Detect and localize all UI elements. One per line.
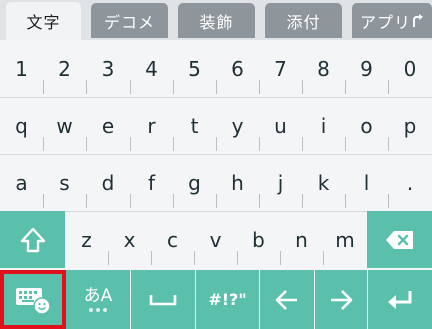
shift-key[interactable] [0, 211, 65, 268]
key-divider [86, 194, 87, 208]
key-divider [237, 251, 238, 265]
key-n[interactable]: n [280, 211, 323, 268]
key-i[interactable]: i [302, 97, 345, 154]
cursor-right-key[interactable] [315, 270, 367, 329]
kana-alpha-text: あA [83, 286, 113, 306]
key-r[interactable]: r [130, 97, 173, 154]
key-divider [173, 137, 174, 151]
key-divider [130, 137, 131, 151]
tab-attach[interactable]: 添付 [265, 3, 342, 38]
key-divider [216, 194, 217, 208]
key-x[interactable]: x [108, 211, 151, 268]
key-6[interactable]: 6 [216, 40, 259, 97]
key-j[interactable]: j [259, 154, 302, 211]
key-divider [43, 80, 44, 94]
key-u[interactable]: u [259, 97, 302, 154]
key-d[interactable]: d [86, 154, 130, 211]
key-b[interactable]: b [237, 211, 280, 268]
key-divider [216, 137, 217, 151]
tab-decoration[interactable]: 装飾 [178, 3, 255, 38]
key-divider [388, 137, 389, 151]
key-divider [345, 80, 346, 94]
key-v[interactable]: v [194, 211, 237, 268]
key-2[interactable]: 2 [43, 40, 86, 97]
cursor-left-key[interactable] [260, 270, 314, 329]
key-8[interactable]: 8 [302, 40, 345, 97]
keyboard-smiley-icon [15, 287, 51, 315]
key-1[interactable]: 1 [0, 40, 43, 97]
key-divider [151, 251, 152, 265]
key-0[interactable]: 0 [388, 40, 432, 97]
space-bracket-icon [149, 294, 177, 305]
enter-icon [388, 290, 412, 309]
key-7[interactable]: 7 [259, 40, 302, 97]
key-divider [302, 194, 303, 208]
key-g[interactable]: g [173, 154, 216, 211]
key-divider [345, 137, 346, 151]
key-p[interactable]: p [388, 97, 432, 154]
key-m[interactable]: m [323, 211, 367, 268]
input-mode-tab-bar: 文字 デコメ 装飾 添付 アプリ [0, 0, 432, 40]
arrow-right-icon [331, 289, 353, 310]
symbols-key[interactable]: #!?" [196, 270, 259, 329]
key-divider [108, 251, 109, 265]
key-c[interactable]: c [151, 211, 194, 268]
backspace-icon [385, 230, 413, 249]
key-period[interactable]: . [388, 154, 432, 211]
key-divider [345, 194, 346, 208]
key-l[interactable]: l [345, 154, 388, 211]
key-divider [130, 80, 131, 94]
key-divider [173, 194, 174, 208]
key-q[interactable]: q [0, 97, 43, 154]
key-3[interactable]: 3 [86, 40, 130, 97]
key-w[interactable]: w [43, 97, 86, 154]
key-divider [130, 194, 131, 208]
key-5[interactable]: 5 [173, 40, 216, 97]
key-divider [259, 80, 260, 94]
key-divider [43, 194, 44, 208]
flick-dots-icon [88, 308, 107, 312]
tab-decome[interactable]: デコメ [91, 3, 168, 38]
key-divider [388, 80, 389, 94]
key-h[interactable]: h [216, 154, 259, 211]
key-divider [259, 194, 260, 208]
key-e[interactable]: e [86, 97, 130, 154]
key-divider [43, 137, 44, 151]
key-divider [216, 80, 217, 94]
kana-alpha-toggle-key[interactable]: あA [66, 270, 130, 329]
key-a[interactable]: a [0, 154, 43, 211]
key-f[interactable]: f [130, 154, 173, 211]
key-k[interactable]: k [302, 154, 345, 211]
key-o[interactable]: o [345, 97, 388, 154]
software-keyboard: 1 2 3 4 5 6 7 8 9 0 q w e r t y u i o p … [0, 40, 432, 329]
key-divider [280, 251, 281, 265]
tab-apps[interactable]: アプリ [352, 3, 432, 38]
key-divider [302, 137, 303, 151]
apps-arrow-icon [413, 13, 424, 27]
key-divider [173, 80, 174, 94]
key-divider [259, 137, 260, 151]
key-divider [194, 251, 195, 265]
space-key[interactable] [131, 270, 195, 329]
backspace-key[interactable] [367, 211, 432, 268]
arrow-left-icon [275, 289, 297, 310]
key-y[interactable]: y [216, 97, 259, 154]
key-t[interactable]: t [173, 97, 216, 154]
key-divider [388, 194, 389, 208]
kana-alpha-label: あA [83, 286, 113, 312]
key-divider [86, 137, 87, 151]
tab-text[interactable]: 文字 [6, 2, 81, 40]
key-divider [86, 80, 87, 94]
keyboard-settings-key[interactable] [0, 270, 65, 329]
shift-arrow-icon [20, 227, 45, 252]
key-divider [302, 80, 303, 94]
symbols-label: #!?" [208, 290, 247, 309]
key-divider [323, 251, 324, 265]
key-s[interactable]: s [43, 154, 86, 211]
enter-key[interactable] [368, 270, 432, 329]
key-4[interactable]: 4 [130, 40, 173, 97]
tab-apps-label: アプリ [360, 12, 412, 32]
key-9[interactable]: 9 [345, 40, 388, 97]
key-z[interactable]: z [65, 211, 108, 268]
